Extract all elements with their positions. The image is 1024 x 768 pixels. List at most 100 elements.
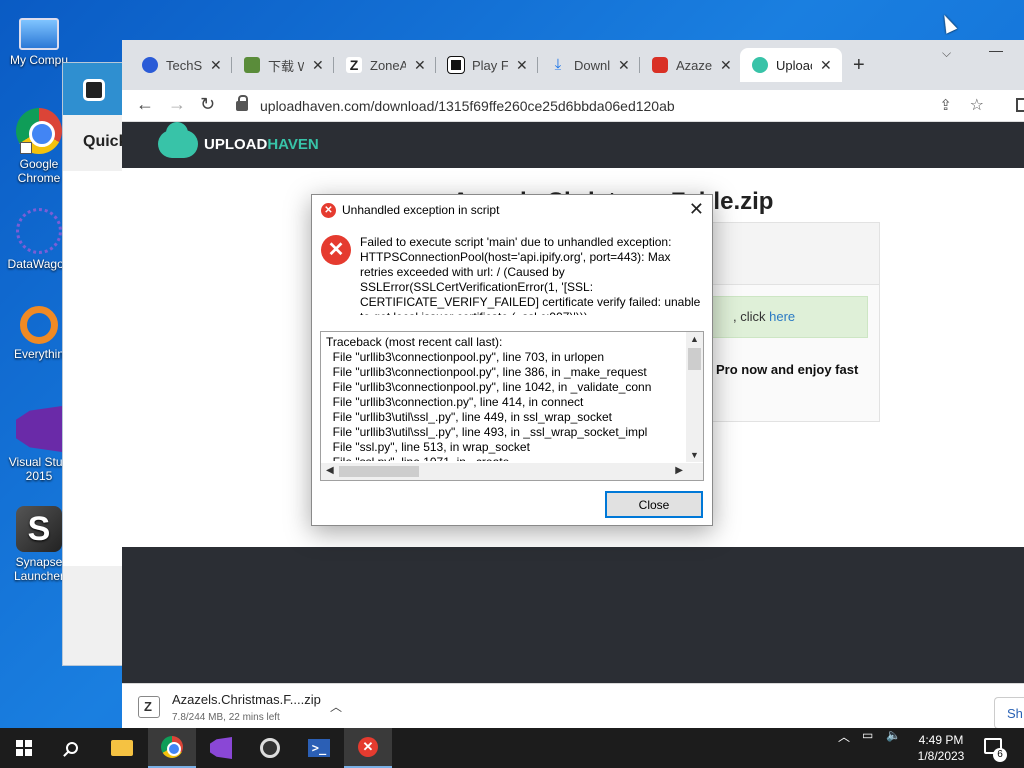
taskbar: >_ ✕ ︿ ▭ 🔈 4:49 PM 1/8/2023 6 bbox=[0, 728, 1024, 768]
desktop-icon-my-computer[interactable]: My Compu bbox=[0, 10, 78, 67]
address-bar[interactable]: uploadhaven.com/download/1315f69ffe260ce… bbox=[232, 92, 992, 120]
scroll-right-icon[interactable]: ▶ bbox=[675, 465, 683, 476]
horizontal-scrollbar[interactable]: ◀ ▶ bbox=[321, 463, 703, 480]
tab-search-chevron-icon[interactable]: ⌵ bbox=[942, 46, 951, 61]
here-link[interactable]: here bbox=[769, 309, 795, 324]
close-tab-icon[interactable]: ✕ bbox=[820, 57, 832, 74]
close-tab-icon[interactable]: ✕ bbox=[618, 57, 630, 74]
error-dialog: ✕ Unhandled exception in script ✕ ✕ Fail… bbox=[311, 194, 713, 526]
notice-text: , click bbox=[733, 309, 770, 324]
error-icon: ✕ bbox=[321, 235, 351, 265]
download-site-icon bbox=[244, 57, 260, 73]
forward-button[interactable]: → bbox=[168, 94, 186, 115]
tab-label: Azazel bbox=[676, 57, 712, 73]
clock-date: 1/8/2023 bbox=[917, 749, 965, 763]
powershell-icon: >_ bbox=[308, 739, 330, 757]
lock-icon[interactable] bbox=[236, 95, 248, 111]
chrome-icon bbox=[16, 108, 62, 154]
folder-icon bbox=[111, 740, 133, 756]
traceback-text: Traceback (most recent call last): File … bbox=[326, 335, 652, 461]
close-button[interactable]: Close bbox=[605, 491, 703, 518]
scroll-down-icon[interactable]: ▼ bbox=[690, 450, 699, 460]
traceback-box[interactable]: Traceback (most recent call last): File … bbox=[320, 331, 704, 481]
search-button[interactable] bbox=[48, 728, 96, 768]
tab-techspot[interactable]: TechSp ✕ bbox=[130, 48, 232, 82]
taskbar-visual-studio[interactable] bbox=[197, 728, 245, 768]
taskbar-quick-app[interactable] bbox=[246, 728, 294, 768]
zip-file-icon bbox=[138, 696, 160, 718]
close-tab-icon[interactable]: ✕ bbox=[312, 57, 324, 74]
close-tab-icon[interactable]: ✕ bbox=[414, 57, 426, 74]
tab-zonealarm[interactable]: Z ZoneA ✕ bbox=[334, 48, 436, 82]
url-text: uploadhaven.com/download/1315f69ffe260ce… bbox=[260, 98, 675, 114]
close-button-label: Close bbox=[638, 497, 670, 512]
tab-label: TechSp bbox=[166, 57, 202, 73]
computer-icon bbox=[19, 18, 59, 50]
scroll-left-icon[interactable]: ◀ bbox=[326, 465, 334, 476]
everything-icon bbox=[20, 306, 58, 344]
browser-toolbar: ← → ↻ uploadhaven.com/download/1315f69ff… bbox=[122, 90, 1024, 122]
taskbar-error-app[interactable]: ✕ bbox=[344, 728, 392, 768]
tab-download[interactable]: ⤓ Downl ✕ bbox=[538, 48, 640, 82]
error-message: Failed to execute script 'main' due to u… bbox=[360, 235, 701, 324]
download-status: 7.8/244 MB, 22 mins left bbox=[172, 712, 280, 723]
close-icon[interactable]: ✕ bbox=[689, 200, 704, 218]
reload-button[interactable]: ↻ bbox=[200, 94, 215, 115]
dialog-title-bar[interactable]: ✕ Unhandled exception in script ✕ bbox=[312, 195, 712, 225]
clock-time: 4:49 PM bbox=[918, 733, 964, 747]
download-shelf: Azazels.Christmas.F....zip 7.8/244 MB, 2… bbox=[122, 683, 1024, 729]
download-item[interactable]: Azazels.Christmas.F....zip 7.8/244 MB, 2… bbox=[138, 692, 321, 723]
taskbar-chrome[interactable] bbox=[148, 728, 196, 768]
background-app-body bbox=[63, 171, 123, 566]
site-footer bbox=[122, 547, 1024, 683]
background-app-window[interactable]: Quick bbox=[62, 62, 127, 666]
datawagon-icon bbox=[16, 208, 62, 254]
dialog-message-area: ✕ Failed to execute script 'main' due to… bbox=[312, 225, 712, 324]
close-tab-icon[interactable]: ✕ bbox=[210, 57, 222, 74]
tab-label: ZoneA bbox=[370, 57, 406, 73]
lock-red-icon bbox=[652, 57, 668, 73]
vertical-scrollbar[interactable]: ▲ ▼ bbox=[686, 332, 703, 462]
show-all-button[interactable]: Sh bbox=[994, 697, 1024, 729]
start-button[interactable] bbox=[0, 728, 48, 768]
scroll-thumb[interactable] bbox=[688, 348, 701, 370]
scroll-up-icon[interactable]: ▲ bbox=[690, 334, 699, 344]
visual-studio-icon bbox=[210, 737, 232, 759]
chrome-icon bbox=[161, 736, 183, 758]
tab-label: Play Fo bbox=[472, 57, 508, 73]
minimize-button[interactable]: — bbox=[989, 42, 1003, 58]
tab-label: Uploac bbox=[776, 57, 812, 73]
download-arrow-icon: ⤓ bbox=[554, 56, 562, 73]
tab-download-site[interactable]: 下载 W ✕ bbox=[232, 48, 334, 82]
logo-text-upload: UPLOAD bbox=[204, 135, 268, 153]
search-icon bbox=[66, 742, 78, 754]
back-button[interactable]: ← bbox=[136, 94, 154, 115]
close-tab-icon[interactable]: ✕ bbox=[720, 57, 732, 74]
bookmark-star-icon[interactable]: ☆ bbox=[970, 95, 984, 115]
dialog-details-area: Traceback (most recent call last): File … bbox=[312, 315, 712, 525]
new-tab-button[interactable]: + bbox=[853, 54, 865, 77]
tab-label: Downl bbox=[574, 57, 610, 73]
visual-studio-icon bbox=[16, 406, 62, 452]
close-tab-icon[interactable]: ✕ bbox=[516, 57, 528, 74]
background-app-header bbox=[63, 63, 123, 115]
techspot-icon bbox=[142, 57, 158, 73]
tab-strip: TechSp ✕ 下载 W ✕ Z ZoneA ✕ Play Fo ✕ ⤓ Do… bbox=[122, 40, 1024, 90]
site-logo[interactable]: UPLOAD HAVEN bbox=[158, 122, 319, 158]
cloud-logo-icon bbox=[158, 122, 198, 158]
tab-playfo[interactable]: Play Fo ✕ bbox=[436, 48, 538, 82]
error-icon: ✕ bbox=[321, 202, 336, 218]
taskbar-file-explorer[interactable] bbox=[98, 728, 146, 768]
pro-promo-text: Pro now and enjoy fast bbox=[716, 362, 859, 377]
side-panel-icon[interactable] bbox=[1016, 98, 1024, 112]
uploadhaven-icon bbox=[752, 57, 768, 73]
tab-uploadhaven[interactable]: Uploac ✕ bbox=[740, 48, 842, 82]
chevron-up-icon[interactable]: ︿ bbox=[330, 698, 342, 715]
app-logo-icon bbox=[83, 79, 105, 101]
taskbar-clock[interactable]: 4:49 PM 1/8/2023 bbox=[910, 732, 972, 764]
zonealarm-icon: Z bbox=[346, 57, 362, 73]
scroll-thumb[interactable] bbox=[339, 466, 419, 477]
share-icon[interactable]: ⇪ bbox=[939, 96, 952, 114]
taskbar-powershell[interactable]: >_ bbox=[295, 728, 343, 768]
tab-azazel[interactable]: Azazel ✕ bbox=[640, 48, 740, 82]
